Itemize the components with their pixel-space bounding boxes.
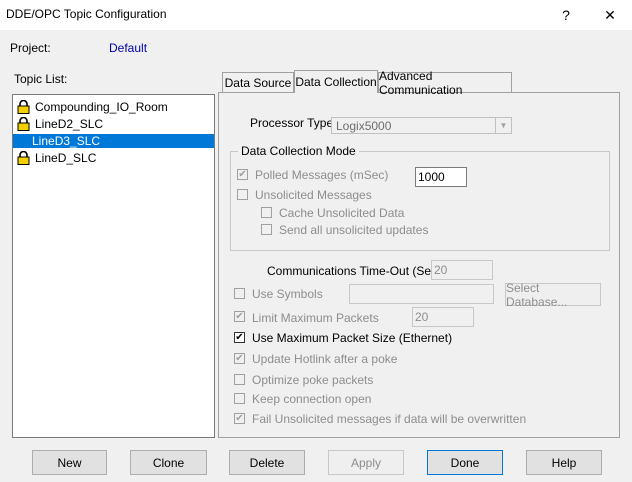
- processor-type-label: Processor Type:: [250, 116, 337, 130]
- project-label: Project:: [10, 41, 51, 55]
- project-value: Default: [109, 41, 148, 55]
- topic-item-label: LineD2_SLC: [35, 116, 104, 131]
- limit-max-packets-checkbox[interactable]: ✔: [234, 311, 245, 322]
- close-button[interactable]: ✕: [590, 0, 630, 30]
- tab-advanced-communication[interactable]: Advanced Communication: [378, 69, 512, 97]
- send-all-unsolicited-label: Send all unsolicited updates: [279, 223, 429, 237]
- cache-unsolicited-checkbox[interactable]: [261, 207, 272, 218]
- processor-type-value: Logix5000: [336, 119, 392, 133]
- help-dialog-button[interactable]: Help: [526, 450, 602, 475]
- topic-list[interactable]: Compounding_IO_Room LineD2_SLC LineD3_SL…: [12, 94, 215, 438]
- cache-unsolicited-label: Cache Unsolicited Data: [279, 206, 405, 220]
- limit-max-packets-label: Limit Maximum Packets: [252, 311, 379, 325]
- unsolicited-messages-checkbox[interactable]: [237, 189, 248, 200]
- send-all-unsolicited-checkbox[interactable]: [261, 224, 272, 235]
- topic-item[interactable]: LineD_SLC: [17, 149, 99, 166]
- polled-interval-input[interactable]: [415, 167, 467, 187]
- topic-list-label: Topic List:: [14, 72, 68, 86]
- topic-item[interactable]: Compounding_IO_Room: [17, 98, 171, 115]
- new-button[interactable]: New: [32, 450, 107, 475]
- polled-messages-label: Polled Messages (mSec): [255, 168, 389, 182]
- help-button[interactable]: ?: [546, 0, 586, 30]
- data-collection-mode-legend: Data Collection Mode: [238, 144, 359, 158]
- optimize-poke-label: Optimize poke packets: [252, 373, 374, 387]
- timeout-label: Communications Time-Out (Secs):: [267, 264, 451, 278]
- window-title: DDE/OPC Topic Configuration: [6, 7, 167, 21]
- tab-data-collection[interactable]: Data Collection: [294, 70, 378, 93]
- lock-icon: [17, 150, 30, 165]
- polled-messages-checkbox[interactable]: ✔: [237, 169, 248, 180]
- topic-item-label: LineD3_SLC: [13, 133, 214, 148]
- select-database-button[interactable]: Select Database...: [505, 281, 601, 309]
- keep-connection-checkbox[interactable]: [234, 393, 245, 404]
- topic-item-label: Compounding_IO_Room: [35, 99, 168, 114]
- topic-item[interactable]: LineD2_SLC: [17, 115, 106, 132]
- topic-item-label: LineD_SLC: [35, 150, 97, 165]
- symbols-input[interactable]: [349, 284, 494, 304]
- use-symbols-label: Use Symbols: [252, 287, 323, 301]
- unsolicited-messages-label: Unsolicited Messages: [255, 188, 372, 202]
- clone-button[interactable]: Clone: [130, 450, 207, 475]
- processor-type-select[interactable]: Logix5000 ▼: [331, 117, 512, 134]
- topic-item-selected[interactable]: LineD3_SLC: [13, 132, 214, 149]
- max-packets-input[interactable]: [412, 307, 474, 327]
- max-packet-size-checkbox[interactable]: ✔: [234, 332, 245, 343]
- update-hotlink-checkbox[interactable]: ✔: [234, 353, 245, 364]
- delete-button[interactable]: Delete: [229, 450, 305, 475]
- chevron-down-icon: ▼: [495, 118, 511, 133]
- tab-data-source[interactable]: Data Source: [222, 72, 294, 92]
- max-packet-size-label: Use Maximum Packet Size (Ethernet): [252, 331, 453, 345]
- update-hotlink-label: Update Hotlink after a poke: [252, 352, 398, 366]
- timeout-input[interactable]: [431, 260, 493, 280]
- apply-button[interactable]: Apply: [328, 450, 404, 475]
- keep-connection-label: Keep connection open: [252, 392, 372, 406]
- fail-unsolicited-checkbox[interactable]: ✔: [234, 413, 245, 424]
- lock-icon: [17, 116, 30, 131]
- use-symbols-checkbox[interactable]: [234, 288, 245, 299]
- fail-unsolicited-label: Fail Unsolicited messages if data will b…: [252, 412, 527, 426]
- optimize-poke-checkbox[interactable]: [234, 374, 245, 385]
- lock-icon: [17, 99, 30, 114]
- close-icon: ✕: [604, 6, 616, 23]
- done-button[interactable]: Done: [427, 450, 503, 475]
